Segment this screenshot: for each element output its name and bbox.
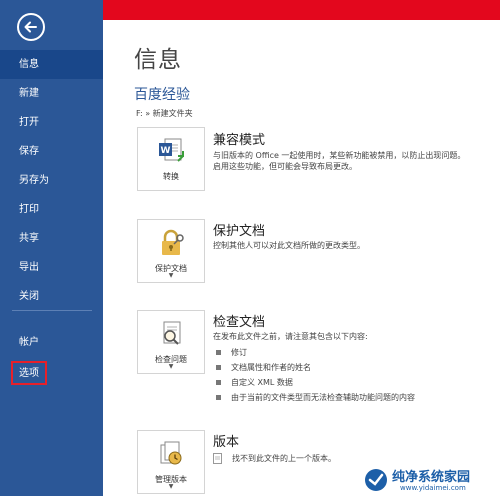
nav-item-info[interactable]: 信息 bbox=[0, 50, 103, 79]
list-item: 由于当前的文件类型而无法检查辅助功能问题的内容 bbox=[215, 390, 415, 405]
nav-item-print[interactable]: 打印 bbox=[0, 195, 103, 224]
options-highlight-box bbox=[11, 361, 47, 385]
compat-mode-title: 兼容模式 bbox=[213, 133, 266, 148]
back-button[interactable] bbox=[17, 13, 45, 41]
nav-item-save[interactable]: 保存 bbox=[0, 137, 103, 166]
nav-item-save-as[interactable]: 另存为 bbox=[0, 166, 103, 195]
bullet-icon bbox=[216, 395, 221, 400]
nav-divider bbox=[12, 310, 92, 311]
nav-item-new[interactable]: 新建 bbox=[0, 79, 103, 108]
bullet-icon bbox=[216, 380, 221, 385]
watermark-url: www.yidaimei.com bbox=[400, 484, 466, 492]
list-item: 文档属性和作者的姓名 bbox=[215, 360, 415, 375]
dropdown-caret-icon: ▼ bbox=[168, 483, 174, 490]
list-item-text: 修订 bbox=[231, 348, 247, 357]
convert-button[interactable]: W 转换 bbox=[137, 127, 205, 191]
document-name: 百度经验 bbox=[134, 87, 190, 103]
bullet-icon bbox=[216, 350, 221, 355]
versions-title: 版本 bbox=[213, 435, 240, 450]
list-item-text: 由于当前的文件类型而无法检查辅助功能问题的内容 bbox=[231, 393, 415, 402]
nav-item-share[interactable]: 共享 bbox=[0, 224, 103, 253]
inspect-document-title: 检查文档 bbox=[213, 315, 266, 330]
nav-item-account[interactable]: 帐户 bbox=[0, 328, 103, 357]
list-item-text: 自定义 XML 数据 bbox=[231, 378, 293, 387]
backstage-sidebar: 信息 新建 打开 保存 另存为 打印 共享 导出 关闭 帐户 选项 bbox=[0, 0, 103, 496]
list-item: 修订 bbox=[215, 345, 415, 360]
dropdown-caret-icon: ▼ bbox=[168, 272, 174, 279]
inspect-items-list: 修订 文档属性和作者的姓名 自定义 XML 数据 由于当前的文件类型而无法检查辅… bbox=[215, 345, 415, 405]
manage-versions-button[interactable]: 管理版本 ▼ bbox=[137, 430, 205, 494]
document-path: F: » 新建文件夹 bbox=[136, 109, 193, 118]
svg-text:W: W bbox=[161, 146, 171, 156]
list-item-text: 文档属性和作者的姓名 bbox=[231, 363, 311, 372]
protect-document-title: 保护文档 bbox=[213, 224, 266, 239]
inspect-document-desc: 在发布此文件之前，请注意其包含以下内容: bbox=[213, 332, 368, 341]
nav-item-open[interactable]: 打开 bbox=[0, 108, 103, 137]
title-bar bbox=[103, 0, 500, 20]
lock-key-icon bbox=[162, 229, 184, 255]
watermark-logo-icon bbox=[365, 469, 387, 491]
arrow-left-icon bbox=[24, 21, 37, 33]
list-item: 自定义 XML 数据 bbox=[215, 375, 415, 390]
convert-button-label: 转换 bbox=[163, 172, 179, 181]
protect-document-button[interactable]: 保护文档 ▼ bbox=[137, 219, 205, 283]
dropdown-caret-icon: ▼ bbox=[168, 363, 174, 370]
versions-icon bbox=[160, 441, 182, 465]
bullet-icon bbox=[216, 365, 221, 370]
site-watermark: 纯净系统家园 www.yidaimei.com bbox=[364, 464, 500, 496]
inspect-document-icon bbox=[163, 321, 181, 345]
nav-item-close[interactable]: 关闭 bbox=[0, 282, 103, 311]
check-for-issues-button[interactable]: 检查问题 ▼ bbox=[137, 310, 205, 374]
watermark-name: 纯净系统家园 bbox=[392, 470, 471, 485]
protect-document-desc: 控制其他人可以对此文档所做的更改类型。 bbox=[213, 241, 365, 250]
document-icon bbox=[213, 453, 222, 464]
nav-item-export[interactable]: 导出 bbox=[0, 253, 103, 282]
compat-mode-desc-2: 启用这些功能，但可能会导致布局更改。 bbox=[213, 162, 357, 171]
page-title: 信息 bbox=[134, 47, 182, 73]
word-convert-icon: W bbox=[159, 138, 184, 162]
